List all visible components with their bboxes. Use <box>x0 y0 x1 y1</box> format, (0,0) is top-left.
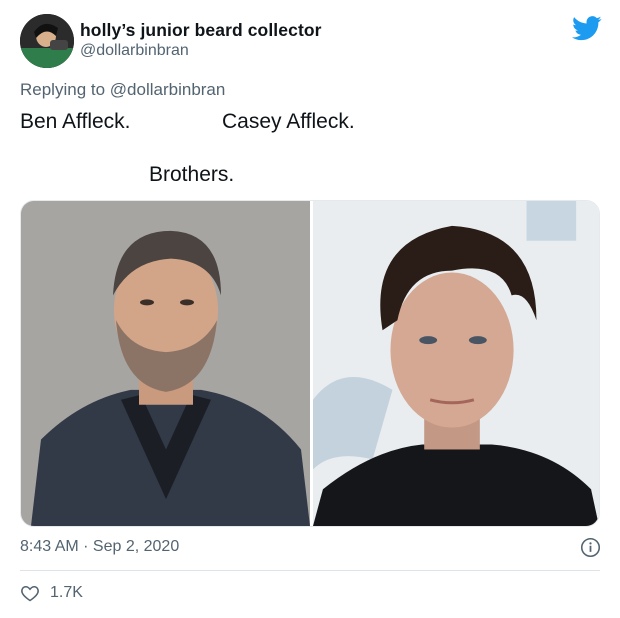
tweet-media[interactable] <box>20 200 600 527</box>
avatar-image <box>20 14 74 68</box>
photo-ben-affleck-image <box>21 201 310 526</box>
author-handle[interactable]: @dollarbinbran <box>80 42 189 60</box>
author-display-name[interactable]: holly’s junior beard collector <box>80 20 322 41</box>
twitter-bird-icon[interactable] <box>572 16 602 41</box>
tweet-text-ben: Ben Affleck. <box>20 110 131 133</box>
replying-to-mention[interactable]: @dollarbinbran <box>110 80 226 99</box>
photo-casey-affleck[interactable] <box>313 201 599 526</box>
photo-ben-affleck[interactable] <box>21 201 310 526</box>
tweet-timestamp[interactable]: 8:43 AM · Sep 2, 2020 <box>20 538 179 556</box>
tweet-text-casey: Casey Affleck. <box>222 110 355 133</box>
heart-icon[interactable] <box>20 583 40 603</box>
like-count: 1.7K <box>50 584 83 601</box>
like-action[interactable]: 1.7K <box>20 583 83 603</box>
photo-casey-affleck-image <box>313 201 599 526</box>
replying-to-label: Replying to <box>20 80 106 99</box>
divider <box>20 570 600 571</box>
tweet-text-brothers: Brothers. <box>149 163 235 186</box>
avatar[interactable] <box>20 14 74 68</box>
info-icon[interactable] <box>580 537 601 558</box>
replying-to: Replying to @dollarbinbran <box>20 80 225 100</box>
